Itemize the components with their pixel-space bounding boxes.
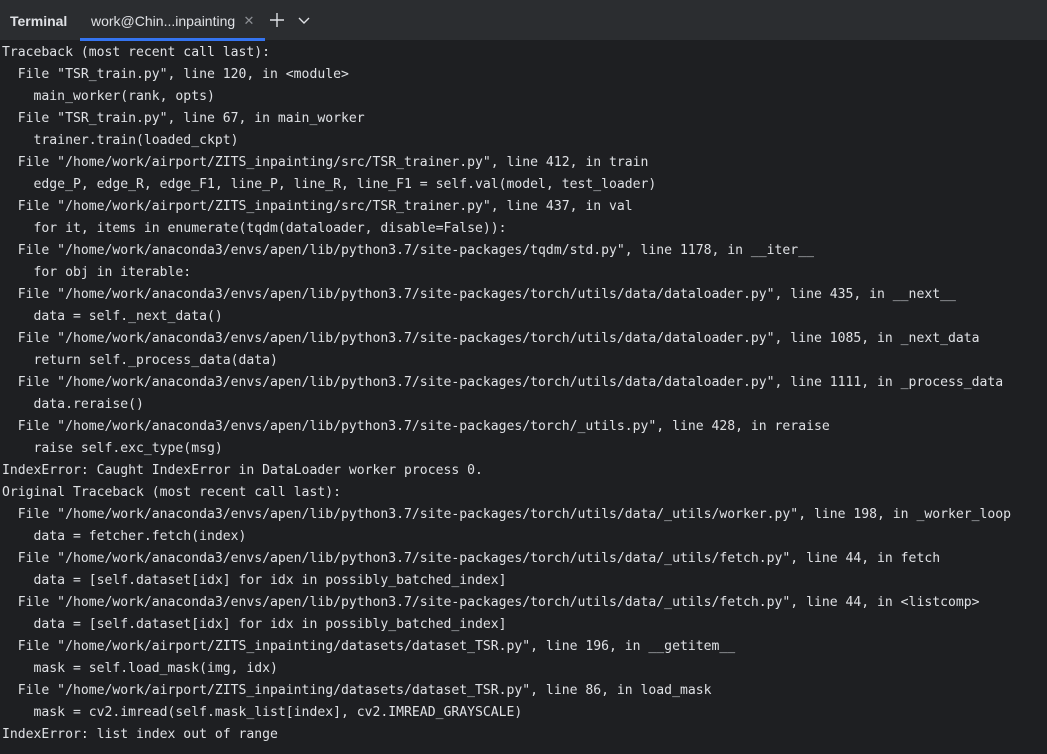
terminal-line: for it, items in enumerate(tqdm(dataload…	[2, 221, 507, 236]
terminal-line: mask = cv2.imread(self.mask_list[index],…	[2, 705, 523, 720]
terminal-line: data.reraise()	[2, 397, 144, 412]
terminal-window: Terminal work@Chin...inpainting ✕ Traceb…	[0, 0, 1047, 754]
terminal-line: File "/home/work/anaconda3/envs/apen/lib…	[2, 419, 830, 434]
tool-window-header: Terminal work@Chin...inpainting ✕	[0, 0, 1047, 41]
terminal-line: data = fetcher.fetch(index)	[2, 529, 247, 544]
terminal-output[interactable]: Traceback (most recent call last): File …	[0, 42, 1047, 754]
tab-terminal-session[interactable]: work@Chin...inpainting ✕	[80, 0, 265, 41]
terminal-line: File "/home/work/anaconda3/envs/apen/lib…	[2, 551, 941, 566]
terminal-line: Original Traceback (most recent call las…	[2, 485, 341, 500]
terminal-line: File "/home/work/airport/ZITS_inpainting…	[2, 639, 736, 654]
terminal-line: data = self._next_data()	[2, 309, 223, 324]
terminal-line: File "/home/work/airport/ZITS_inpainting…	[2, 155, 649, 170]
terminal-line: main_worker(rank, opts)	[2, 89, 215, 104]
terminal-line: edge_P, edge_R, edge_F1, line_P, line_R,…	[2, 177, 657, 192]
terminal-line: File "/home/work/airport/ZITS_inpainting…	[2, 683, 712, 698]
terminal-line: mask = self.load_mask(img, idx)	[2, 661, 278, 676]
active-tab-indicator	[80, 38, 265, 41]
terminal-line: IndexError: Caught IndexError in DataLoa…	[2, 463, 483, 478]
terminal-line: Traceback (most recent call last):	[2, 45, 271, 60]
terminal-line: File "/home/work/anaconda3/envs/apen/lib…	[2, 331, 980, 346]
plus-icon	[270, 13, 284, 27]
terminal-line: File "/home/work/anaconda3/envs/apen/lib…	[2, 287, 956, 302]
terminal-line: File "TSR_train.py", line 120, in <modul…	[2, 67, 349, 82]
terminal-line: raise self.exc_type(msg)	[2, 441, 223, 456]
terminal-line: for obj in iterable:	[2, 265, 192, 280]
terminal-line: File "/home/work/anaconda3/envs/apen/lib…	[2, 595, 980, 610]
terminal-line: return self._process_data(data)	[2, 353, 278, 368]
terminal-line: trainer.train(loaded_ckpt)	[2, 133, 239, 148]
terminal-line: IndexError: list index out of range	[2, 727, 278, 742]
tab-label: work@Chin...inpainting	[91, 13, 236, 29]
terminal-line: File "/home/work/anaconda3/envs/apen/lib…	[2, 375, 1004, 390]
terminal-line: data = [self.dataset[idx] for idx in pos…	[2, 573, 507, 588]
panel-title: Terminal	[10, 13, 68, 29]
terminal-line: File "/home/work/airport/ZITS_inpainting…	[2, 199, 633, 214]
tab-options-dropdown[interactable]	[295, 11, 313, 29]
terminal-line: File "/home/work/anaconda3/envs/apen/lib…	[2, 243, 814, 258]
terminal-line: File "TSR_train.py", line 67, in main_wo…	[2, 111, 365, 126]
terminal-line: data = [self.dataset[idx] for idx in pos…	[2, 617, 507, 632]
close-icon[interactable]: ✕	[243, 14, 255, 28]
terminal-line: File "/home/work/anaconda3/envs/apen/lib…	[2, 507, 1012, 522]
new-tab-button[interactable]	[268, 11, 286, 29]
chevron-down-icon	[298, 17, 310, 24]
